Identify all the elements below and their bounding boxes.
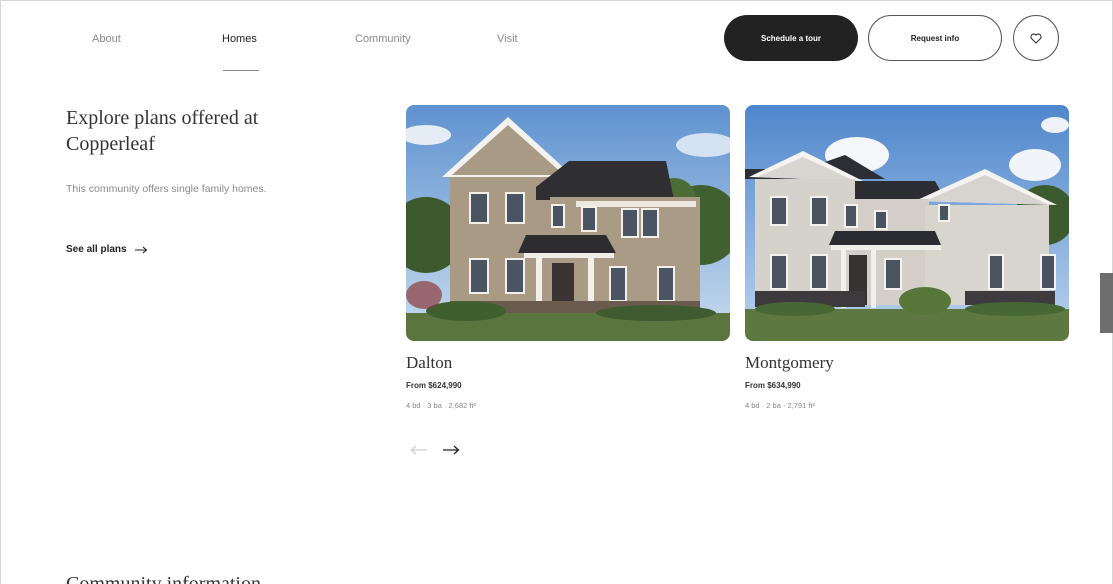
plan-card-montgomery[interactable]: Montgomery From $634,990 4 bd · 2 ba · 2… bbox=[745, 105, 1069, 410]
heart-icon bbox=[1030, 33, 1042, 44]
arrow-right-icon bbox=[134, 246, 147, 253]
arrow-left-icon bbox=[410, 445, 427, 455]
plan-price: From $634,990 bbox=[745, 381, 801, 390]
request-info-button[interactable]: Request info bbox=[868, 15, 1002, 61]
plan-name: Montgomery bbox=[745, 353, 834, 372]
see-all-plans-link[interactable]: See all plans bbox=[66, 244, 148, 255]
carousel-prev-button[interactable] bbox=[408, 440, 430, 460]
active-tab-indicator bbox=[223, 70, 259, 71]
community-info-heading: Community information bbox=[66, 573, 261, 584]
favorite-button[interactable] bbox=[1013, 15, 1059, 61]
plan-specs: 4 bd · 2 ba · 2,791 ft² bbox=[745, 401, 816, 410]
see-all-plans-label: See all plans bbox=[66, 244, 127, 255]
plan-image-montgomery bbox=[745, 105, 1069, 341]
plan-price: From $624,990 bbox=[406, 381, 462, 390]
carousel-next-button[interactable] bbox=[440, 440, 462, 460]
section-description: This community offers single family home… bbox=[66, 183, 267, 195]
schedule-tour-button[interactable]: Schedule a tour bbox=[724, 15, 858, 61]
section-heading: Explore plans offered at Copperleaf bbox=[66, 107, 259, 155]
tab-visit[interactable]: Visit bbox=[497, 33, 518, 45]
side-feedback-tab[interactable] bbox=[1100, 273, 1113, 333]
tab-community[interactable]: Community bbox=[355, 33, 411, 45]
arrow-right-icon bbox=[443, 445, 460, 455]
tab-about[interactable]: About bbox=[92, 33, 121, 45]
plan-card-dalton[interactable]: Dalton From $624,990 4 bd · 3 ba · 2,682… bbox=[406, 105, 730, 410]
tab-homes[interactable]: Homes bbox=[222, 33, 257, 45]
plan-specs: 4 bd · 3 ba · 2,682 ft² bbox=[406, 401, 477, 410]
plan-name: Dalton bbox=[406, 353, 453, 372]
plan-image-dalton bbox=[406, 105, 730, 341]
